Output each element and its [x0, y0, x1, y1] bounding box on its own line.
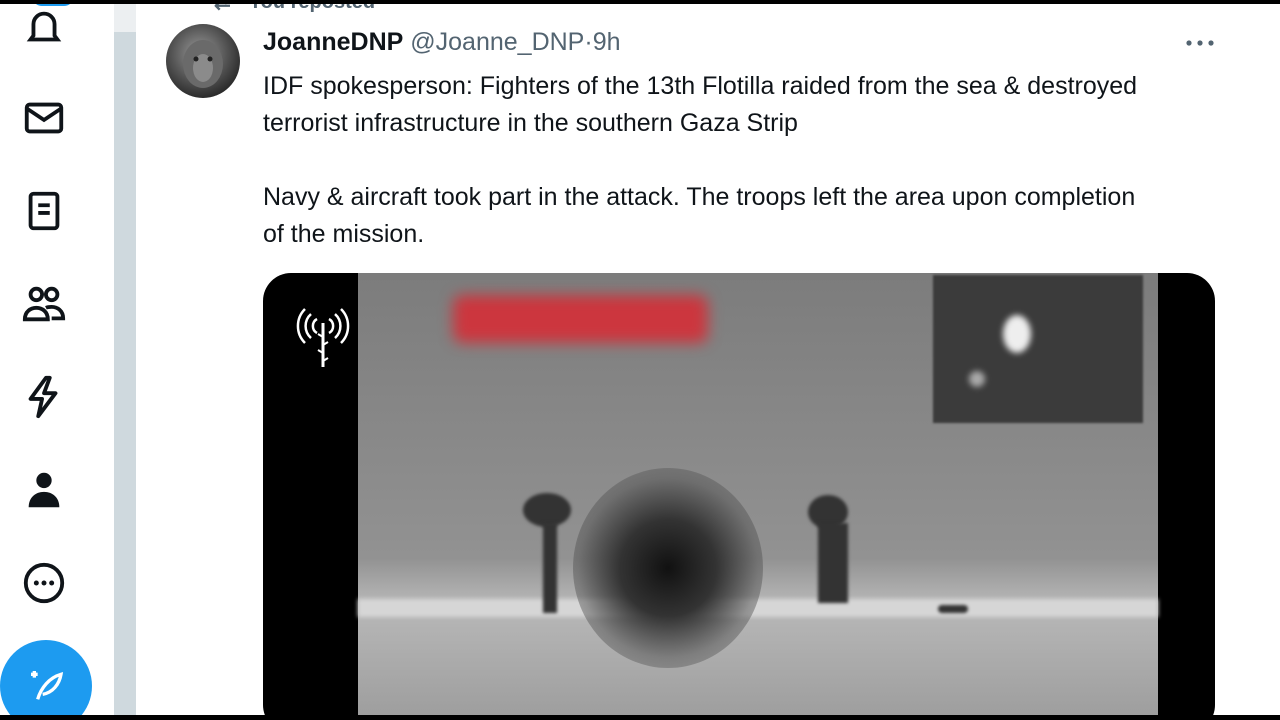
- tweet-text: IDF spokesperson: Fighters of the 13th F…: [263, 68, 1163, 253]
- blurred-red-caption: [453, 295, 708, 343]
- dark-smoke: [573, 468, 763, 668]
- video-frame: [358, 273, 1158, 715]
- compose-button[interactable]: [0, 640, 92, 715]
- more-circle-icon: [23, 562, 65, 604]
- nav-lists[interactable]: [0, 181, 88, 241]
- mail-icon: [24, 102, 64, 134]
- figure-left: [523, 493, 571, 527]
- shoreline: [358, 599, 1158, 617]
- nav-communities[interactable]: [0, 274, 88, 334]
- inset-picture: [933, 275, 1143, 423]
- figure-right-body: [818, 523, 848, 603]
- more-button[interactable]: [1182, 28, 1218, 58]
- avatar[interactable]: [166, 24, 240, 98]
- nav-messages[interactable]: [0, 88, 88, 148]
- author-name[interactable]: JoanneDNP: [263, 28, 403, 56]
- app-window: 12 ⇄ You reposted: [0, 4, 1280, 715]
- figure-left-body: [543, 523, 557, 613]
- list-icon: [28, 191, 60, 231]
- tweet-paragraph-2: Navy & aircraft took part in the attack.…: [263, 183, 1136, 248]
- debris: [938, 605, 968, 613]
- tweet-paragraph-1: IDF spokesperson: Fighters of the 13th F…: [263, 72, 1138, 137]
- nav-notifications[interactable]: 12: [0, 4, 88, 58]
- nav-more[interactable]: [0, 553, 88, 613]
- tweet[interactable]: ⇄ You reposted JoanneDNP @Joanne_DNP·9h …: [136, 4, 1280, 715]
- repost-label: You reposted: [249, 4, 375, 14]
- separator: ·: [584, 28, 593, 56]
- lightning-icon: [28, 375, 58, 419]
- tweet-video[interactable]: [263, 273, 1215, 715]
- nav-divider: [114, 4, 136, 715]
- nav-premium[interactable]: [0, 367, 88, 427]
- tweet-header: JoanneDNP @Joanne_DNP·9h: [263, 28, 621, 57]
- nav-divider-top: [114, 4, 136, 32]
- left-nav: 12: [0, 4, 112, 715]
- tweet-time[interactable]: 9h: [593, 28, 621, 56]
- person-icon: [28, 472, 60, 508]
- people-icon: [22, 286, 66, 322]
- repost-icon: ⇄: [214, 4, 231, 15]
- author-handle[interactable]: @Joanne_DNP: [410, 28, 584, 56]
- more-horizontal-icon: [1186, 40, 1214, 46]
- idf-logo: [291, 297, 355, 373]
- feather-plus-icon: [31, 671, 64, 700]
- lion-avatar-image: [183, 40, 223, 88]
- repost-indicator: ⇄ You reposted: [214, 4, 375, 15]
- bell-icon: [26, 11, 62, 42]
- nav-profile[interactable]: [0, 460, 88, 520]
